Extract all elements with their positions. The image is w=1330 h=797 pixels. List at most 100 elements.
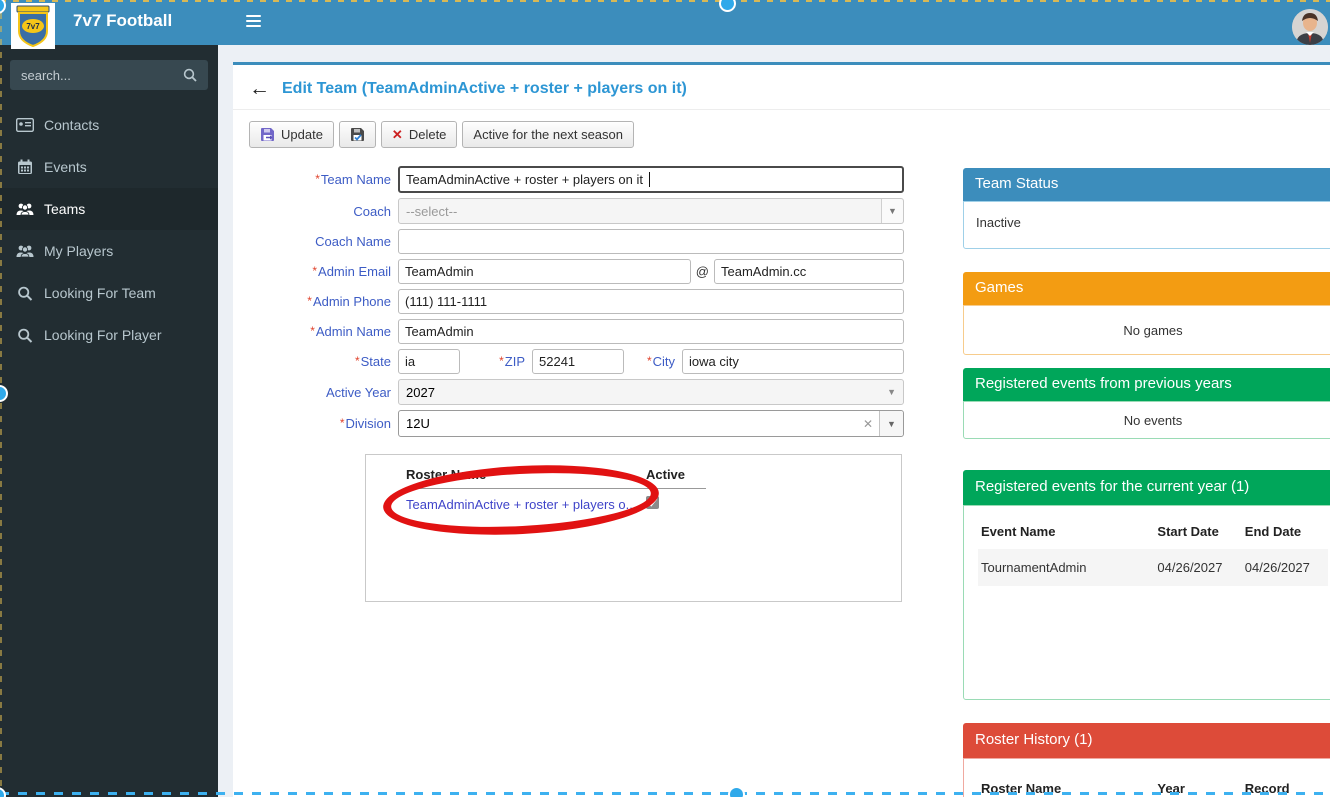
save-close-button[interactable] [339, 121, 376, 148]
delete-button[interactable]: ✕ Delete [381, 121, 457, 148]
sidebar-item-looking-for-player[interactable]: Looking For Player [0, 314, 218, 356]
toolbar: Update ✕ Delete Active for the next seas… [249, 121, 1330, 148]
active-next-season-button[interactable]: Active for the next season [462, 121, 634, 148]
sidebar-search[interactable]: search... [10, 60, 208, 90]
division-combobox[interactable]: 12U ✕ ▼ [398, 410, 904, 437]
current-events-panel-title: Registered events for the current year (… [963, 470, 1330, 505]
sidebar-item-looking-for-team[interactable]: Looking For Team [0, 272, 218, 314]
team-name-input[interactable] [398, 166, 904, 193]
games-panel: Games No games [963, 272, 1330, 355]
coach-name-input[interactable] [398, 229, 904, 254]
previous-events-panel: Registered events from previous years No… [963, 368, 1330, 439]
event-name-cell: TournamentAdmin [978, 560, 1157, 575]
end-date-column-header: End Date [1245, 524, 1328, 539]
top-navbar [218, 0, 1330, 45]
back-arrow-icon[interactable]: ← [249, 79, 270, 99]
right-panel-column: Team Status Inactive Games No games Regi… [963, 168, 1330, 797]
zip-label: *ZIP [460, 354, 532, 369]
coach-select[interactable]: --select-- ▼ [398, 198, 904, 224]
admin-email-row: *Admin Email @ [240, 259, 904, 284]
state-input[interactable] [398, 349, 460, 374]
update-button-label: Update [281, 127, 323, 142]
coach-name-label: Coach Name [240, 234, 398, 249]
sidebar-toggle-icon[interactable] [246, 15, 263, 29]
search-icon [16, 328, 34, 343]
team-logo[interactable]: 7v7 [11, 3, 55, 49]
annotation-border-top [0, 0, 1330, 2]
sidebar-item-events[interactable]: Events [0, 146, 218, 188]
zip-input[interactable] [532, 349, 624, 374]
admin-name-label: *Admin Name [240, 324, 398, 339]
start-date-column-header: Start Date [1157, 524, 1244, 539]
team-status-value: Inactive [963, 201, 1330, 249]
current-events-table-header: Event Name Start Date End Date [978, 518, 1328, 549]
division-value: 12U [406, 416, 430, 431]
sidebar-item-contacts[interactable]: Contacts [0, 104, 218, 146]
search-input[interactable]: search... [21, 68, 183, 83]
active-column-header: Active [646, 467, 685, 482]
roster-history-panel-title: Roster History (1) [963, 723, 1330, 758]
chevron-down-icon[interactable]: ▼ [879, 411, 903, 436]
search-icon[interactable] [183, 68, 197, 82]
city-input[interactable] [682, 349, 904, 374]
sidebar-item-label: Looking For Player [44, 327, 162, 343]
team-name-row: *Team Name [240, 166, 904, 193]
app-title: 7v7 Football [73, 11, 172, 31]
sidebar-item-my-players[interactable]: My Players [0, 230, 218, 272]
iowa-7v7-crest-icon: 7v7 [15, 5, 51, 47]
update-button[interactable]: Update [249, 121, 334, 148]
svg-text:7v7: 7v7 [26, 22, 40, 31]
current-events-table-row[interactable]: TournamentAdmin 04/26/2027 04/26/2027 [978, 549, 1328, 586]
state-label: *State [240, 354, 398, 369]
admin-name-input[interactable] [398, 319, 904, 344]
email-at-symbol: @ [691, 264, 714, 279]
admin-email-label: *Admin Email [240, 264, 398, 279]
annotation-handle-bottom-center[interactable] [728, 786, 745, 797]
division-label: *Division [240, 416, 398, 431]
games-panel-title: Games [963, 272, 1330, 305]
roster-table-header: Roster Name Active [406, 467, 706, 489]
active-year-select[interactable]: 2027 ▼ [398, 379, 904, 405]
admin-name-row: *Admin Name [240, 319, 904, 344]
sidebar-item-teams[interactable]: Teams [0, 188, 218, 230]
team-status-panel-title: Team Status [963, 168, 1330, 201]
app-window: 7v7 7v7 Football search... [0, 0, 1330, 797]
active-year-label: Active Year [240, 385, 398, 400]
admin-phone-label: *Admin Phone [240, 294, 398, 309]
sidebar: search... Contacts Events [0, 45, 218, 797]
sidebar-item-label: Looking For Team [44, 285, 156, 301]
users-icon [16, 244, 34, 258]
roster-active-checkbox[interactable] [646, 496, 659, 509]
end-date-cell: 04/26/2027 [1245, 560, 1328, 575]
previous-events-panel-title: Registered events from previous years [963, 368, 1330, 401]
admin-phone-row: *Admin Phone [240, 289, 904, 314]
delete-x-icon: ✕ [392, 127, 403, 143]
page-header: ← Edit Team (TeamAdminActive + roster + … [233, 65, 1330, 110]
roster-link[interactable]: TeamAdminActive + roster + players o... [406, 497, 636, 512]
admin-email-domain-input[interactable] [714, 259, 904, 284]
users-icon [16, 202, 34, 216]
roster-table-row: TeamAdminActive + roster + players o... [406, 489, 706, 514]
search-icon [16, 286, 34, 301]
user-avatar[interactable] [1292, 9, 1328, 45]
roster-history-panel: Roster History (1) Roster Name Year Reco… [963, 723, 1330, 797]
chevron-down-icon[interactable]: ▼ [881, 199, 903, 223]
page-title: Edit Team (TeamAdminActive + roster + pl… [282, 80, 687, 98]
sidebar-item-label: My Players [44, 243, 113, 259]
admin-phone-input[interactable] [398, 289, 904, 314]
current-events-table: Event Name Start Date End Date Tournamen… [963, 505, 1330, 700]
chevron-down-icon[interactable]: ▼ [887, 387, 896, 397]
calendar-icon [16, 159, 34, 175]
roster-box: Roster Name Active TeamAdminActive + ros… [365, 454, 902, 602]
delete-button-label: Delete [409, 127, 447, 142]
brand-header: 7v7 7v7 Football [0, 0, 218, 45]
edit-team-form: *Team Name Coach --select-- ▼ Coach Name… [240, 166, 904, 442]
admin-email-user-input[interactable] [398, 259, 691, 284]
start-date-cell: 04/26/2027 [1157, 560, 1244, 575]
clear-icon[interactable]: ✕ [863, 417, 873, 431]
coach-select-value: --select-- [406, 204, 457, 219]
division-row: *Division 12U ✕ ▼ [240, 410, 904, 437]
current-events-panel: Registered events for the current year (… [963, 470, 1330, 700]
team-name-label: *Team Name [240, 172, 398, 187]
active-next-season-label: Active for the next season [473, 127, 623, 142]
